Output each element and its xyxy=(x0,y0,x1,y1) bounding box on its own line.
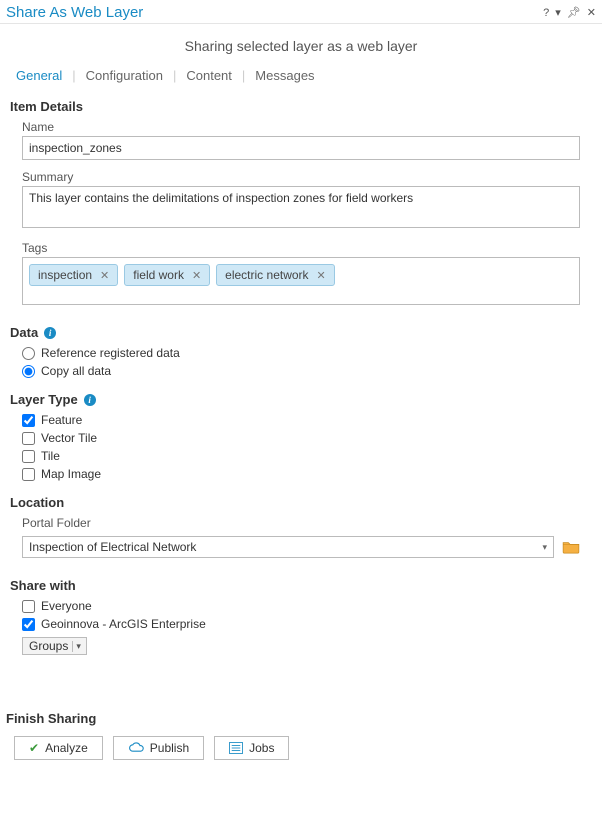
info-icon[interactable]: i xyxy=(44,327,56,339)
jobs-button[interactable]: Jobs xyxy=(214,736,289,760)
checkbox-tile[interactable] xyxy=(22,450,35,463)
portal-folder-select[interactable]: Inspection of Electrical Network ▾ xyxy=(22,536,554,558)
tag-remove-icon[interactable]: ✕ xyxy=(192,269,201,282)
groups-dropdown[interactable]: Groups ▾ xyxy=(22,637,87,655)
checkbox-label: Tile xyxy=(41,449,60,463)
tag-chip[interactable]: inspection ✕ xyxy=(29,264,118,286)
publish-button[interactable]: Publish xyxy=(113,736,204,760)
data-option-copy[interactable]: Copy all data xyxy=(0,362,602,380)
layer-type-vector-tile[interactable]: Vector Tile xyxy=(0,429,602,447)
layer-type-feature[interactable]: Feature xyxy=(0,411,602,429)
window-title: Share As Web Layer xyxy=(6,4,143,21)
checkbox-label: Geoinnova - ArcGIS Enterprise xyxy=(41,617,206,631)
browse-folder-icon[interactable] xyxy=(562,540,580,554)
name-label: Name xyxy=(22,120,580,134)
layer-type-heading: Layer Type xyxy=(10,392,78,407)
finish-sharing-heading: Finish Sharing xyxy=(0,699,602,730)
data-heading: Data xyxy=(10,325,38,340)
tab-configuration[interactable]: Configuration xyxy=(76,64,173,87)
window-controls: ? ▾ 📌︎ ✕ xyxy=(543,6,596,19)
checkbox-label: Vector Tile xyxy=(41,431,97,445)
location-heading: Location xyxy=(0,483,602,514)
tag-text: field work xyxy=(133,268,184,282)
layer-type-tile[interactable]: Tile xyxy=(0,447,602,465)
groups-label: Groups xyxy=(29,639,68,653)
button-label: Publish xyxy=(150,741,189,755)
tag-remove-icon[interactable]: ✕ xyxy=(100,269,109,282)
checkbox-feature[interactable] xyxy=(22,414,35,427)
checkbox-map-image[interactable] xyxy=(22,468,35,481)
tag-chip[interactable]: electric network ✕ xyxy=(216,264,335,286)
checkbox-org[interactable] xyxy=(22,618,35,631)
button-label: Analyze xyxy=(45,741,88,755)
help-icon[interactable]: ? xyxy=(543,7,549,19)
share-with-heading: Share with xyxy=(0,566,602,597)
radio-copy[interactable] xyxy=(22,365,35,378)
tab-messages[interactable]: Messages xyxy=(245,64,324,87)
summary-label: Summary xyxy=(22,170,580,184)
checkbox-label: Map Image xyxy=(41,467,101,481)
close-icon[interactable]: ✕ xyxy=(587,6,596,19)
tab-general[interactable]: General xyxy=(6,64,72,87)
share-org[interactable]: Geoinnova - ArcGIS Enterprise xyxy=(0,615,602,633)
data-option-reference[interactable]: Reference registered data xyxy=(0,344,602,362)
button-label: Jobs xyxy=(249,741,274,755)
select-value: Inspection of Electrical Network xyxy=(29,540,196,554)
item-details-heading: Item Details xyxy=(0,87,602,118)
menu-caret-icon[interactable]: ▾ xyxy=(555,6,561,19)
tab-content[interactable]: Content xyxy=(176,64,242,87)
tag-remove-icon[interactable]: ✕ xyxy=(317,269,326,282)
cloud-icon xyxy=(128,742,144,754)
summary-input[interactable] xyxy=(22,186,580,228)
check-icon: ✔ xyxy=(29,741,39,755)
tag-text: electric network xyxy=(225,268,308,282)
info-icon[interactable]: i xyxy=(84,394,96,406)
layer-type-map-image[interactable]: Map Image xyxy=(0,465,602,483)
tag-chip[interactable]: field work ✕ xyxy=(124,264,210,286)
tag-text: inspection xyxy=(38,268,92,282)
chevron-down-icon: ▾ xyxy=(72,641,84,652)
portal-folder-label: Portal Folder xyxy=(22,516,580,530)
checkbox-everyone[interactable] xyxy=(22,600,35,613)
checkbox-vector-tile[interactable] xyxy=(22,432,35,445)
radio-reference[interactable] xyxy=(22,347,35,360)
list-icon xyxy=(229,742,243,754)
pin-icon[interactable]: 📌︎ xyxy=(567,6,581,19)
radio-label: Copy all data xyxy=(41,364,111,378)
tags-input[interactable]: inspection ✕ field work ✕ electric netwo… xyxy=(22,257,580,305)
radio-label: Reference registered data xyxy=(41,346,180,360)
tab-bar: General | Configuration | Content | Mess… xyxy=(0,64,602,87)
name-input[interactable] xyxy=(22,136,580,160)
checkbox-label: Feature xyxy=(41,413,82,427)
page-subtitle: Sharing selected layer as a web layer xyxy=(0,24,602,64)
chevron-down-icon: ▾ xyxy=(542,542,547,553)
analyze-button[interactable]: ✔ Analyze xyxy=(14,736,103,760)
tags-label: Tags xyxy=(22,241,580,255)
share-everyone[interactable]: Everyone xyxy=(0,597,602,615)
checkbox-label: Everyone xyxy=(41,599,92,613)
